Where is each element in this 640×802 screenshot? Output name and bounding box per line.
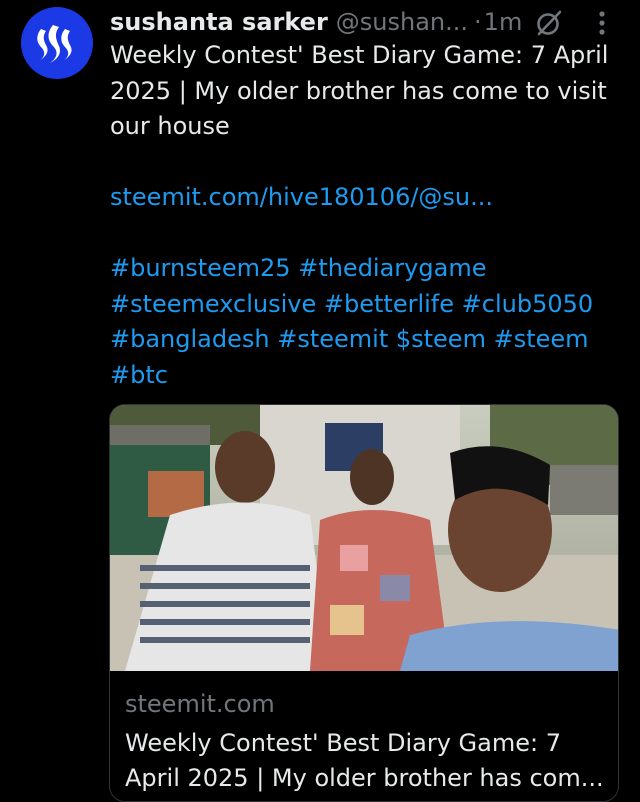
post-text: Weekly Contest' Best Diary Game: 7 April…: [110, 38, 625, 393]
post-link[interactable]: steemit.com/hive180106/@su...: [110, 183, 493, 211]
author-name[interactable]: sushanta sarker: [110, 8, 328, 36]
separator-dot: ·: [474, 8, 482, 36]
card-domain[interactable]: steemit.com: [125, 690, 275, 718]
card-photo[interactable]: [110, 405, 619, 671]
grok-icon[interactable]: [534, 8, 564, 38]
post-title-text: Weekly Contest' Best Diary Game: 7 April…: [110, 41, 609, 140]
link-preview-card[interactable]: steemit.com Weekly Contest' Best Diary G…: [109, 404, 619, 802]
post-time[interactable]: 1m: [484, 8, 523, 36]
steem-logo-icon: [37, 25, 72, 63]
more-vertical-icon[interactable]: [590, 8, 614, 38]
hashtags-line[interactable]: #burnsteem25 #thediarygame: [110, 251, 625, 287]
avatar[interactable]: [21, 7, 93, 79]
hashtags-line[interactable]: #bangladesh #steemit $steem #steem: [110, 322, 625, 358]
author-handle[interactable]: @sushan...: [336, 8, 468, 36]
hashtags-line[interactable]: #btc: [110, 358, 625, 394]
card-title[interactable]: Weekly Contest' Best Diary Game: 7 April…: [125, 726, 610, 796]
hashtags-line[interactable]: #steemexclusive #betterlife #club5050: [110, 287, 625, 323]
